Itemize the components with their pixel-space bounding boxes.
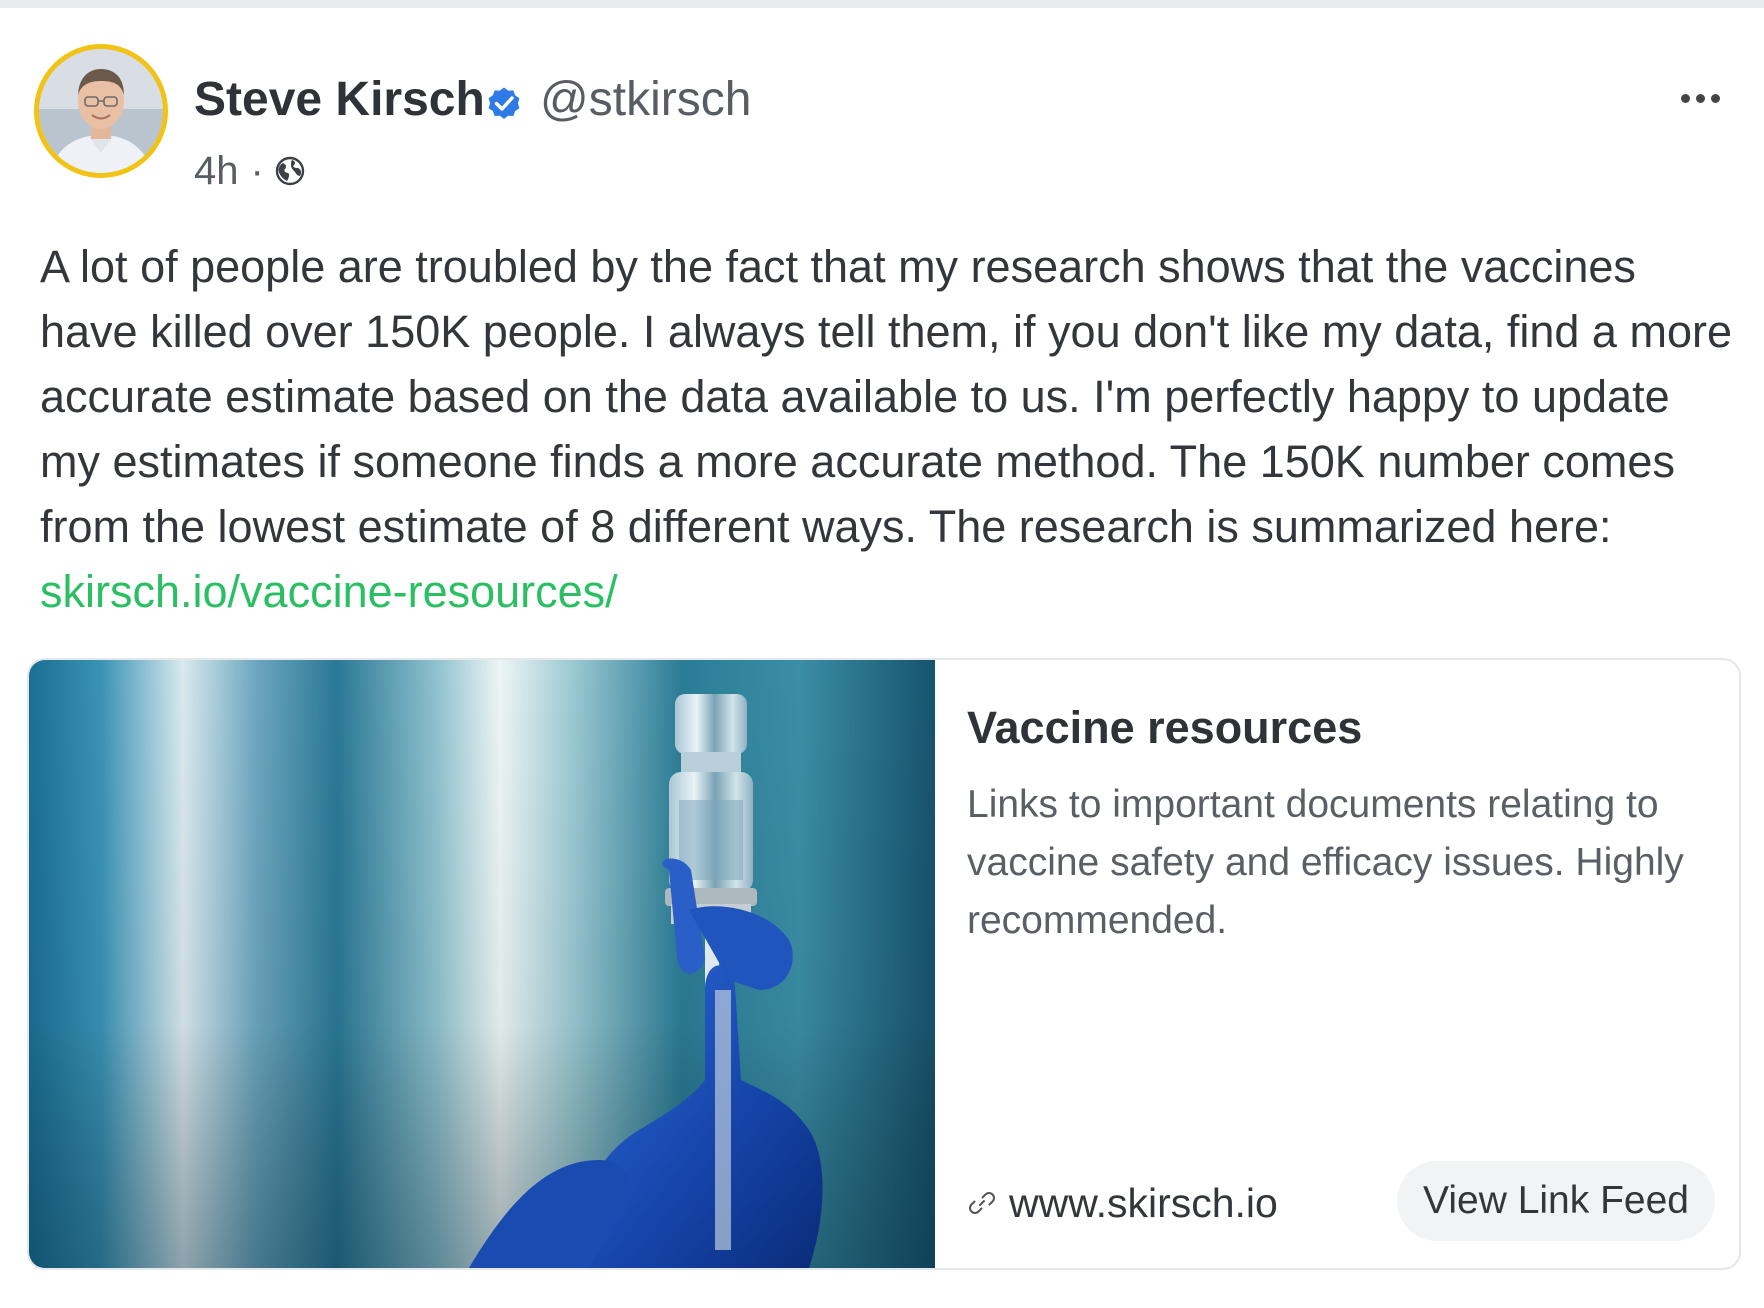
top-border (0, 0, 1764, 8)
link-preview-image[interactable] (29, 660, 935, 1268)
verified-badge-icon (488, 87, 520, 119)
card-domain-text: www.skirsch.io (1009, 1179, 1278, 1226)
post-meta: 4h · (194, 148, 306, 194)
author-name[interactable]: Steve Kirsch (194, 72, 485, 128)
post-card: Steve Kirsch @stkirsch 4h · A lot of peo… (0, 8, 1764, 1308)
post-body: A lot of people are troubled by the fact… (40, 241, 1732, 552)
avatar-photo (39, 49, 163, 173)
vaccine-vial-image (29, 660, 935, 1268)
author-handle[interactable]: @stkirsch (540, 72, 751, 128)
view-link-feed-button[interactable]: View Link Feed (1397, 1161, 1715, 1241)
post-link[interactable]: skirsch.io/vaccine-resources/ (40, 566, 618, 617)
card-description: Links to important documents relating to… (967, 783, 1684, 942)
more-horizontal-icon (1680, 93, 1690, 103)
link-preview-card[interactable]: Vaccine resources Links to important doc… (27, 658, 1741, 1270)
post-text: A lot of people are troubled by the fact… (40, 234, 1740, 624)
link-icon (969, 1192, 995, 1214)
meta-separator: · (250, 148, 264, 193)
card-domain[interactable]: www.skirsch.io (967, 1178, 1278, 1228)
post-timestamp[interactable]: 4h (194, 149, 239, 194)
avatar[interactable] (34, 44, 168, 178)
more-horizontal-icon-dot (1695, 93, 1705, 103)
card-title[interactable]: Vaccine resources (967, 700, 1362, 756)
more-horizontal-icon-dot (1710, 93, 1720, 103)
more-options-button[interactable] (1670, 78, 1730, 118)
globe-icon (275, 156, 305, 186)
